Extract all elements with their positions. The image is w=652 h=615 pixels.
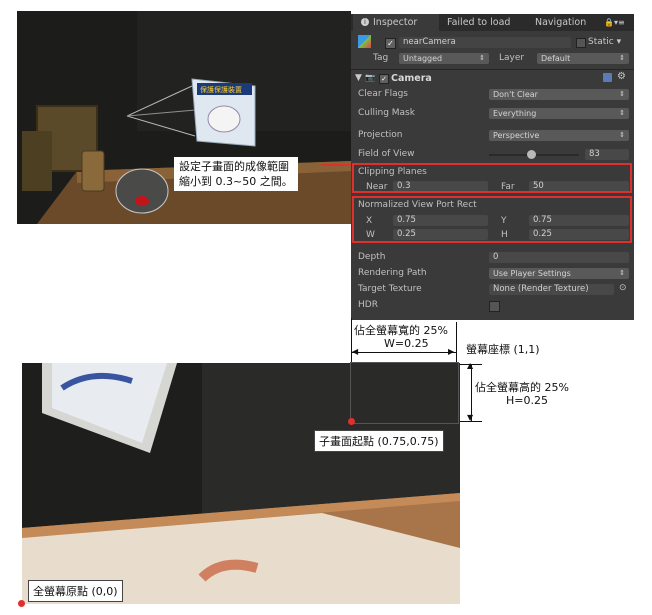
tag-dropdown[interactable]: Untagged ⇕ bbox=[399, 53, 489, 64]
static-label[interactable]: Static ▾ bbox=[588, 37, 621, 47]
culling-mask-dropdown[interactable]: Everything ⇕ bbox=[489, 108, 629, 119]
clip-note: 設定子畫面的成像範圍 縮小到 0.3~50 之間。 bbox=[174, 157, 298, 191]
object-picker-icon[interactable]: ⊙ bbox=[619, 283, 627, 293]
clipping-planes-highlight bbox=[352, 163, 632, 193]
height-note-line1: 佔全螢幕高的 25% bbox=[475, 381, 569, 394]
rendering-path-label: Rendering Path bbox=[358, 268, 427, 278]
clip-note-line1: 設定子畫面的成像範圍 bbox=[179, 160, 289, 173]
culling-mask-label: Culling Mask bbox=[358, 108, 415, 118]
clear-flags-label: Clear Flags bbox=[358, 89, 408, 99]
clear-flags-dropdown[interactable]: Don't Clear ⇕ bbox=[489, 89, 629, 100]
height-note-line2: H=0.25 bbox=[506, 394, 548, 407]
target-texture-field[interactable]: None (Render Texture) bbox=[489, 284, 614, 295]
depth-field[interactable]: 0 bbox=[489, 252, 629, 263]
static-checkbox[interactable] bbox=[576, 38, 586, 48]
rendering-path-dropdown[interactable]: Use Player Settings ⇕ bbox=[489, 268, 629, 279]
sub-viewport-frame bbox=[350, 362, 459, 424]
tab-failed-label: Failed to load bbox=[447, 17, 511, 28]
projection-label: Projection bbox=[358, 130, 403, 140]
gameobject-cube-icon bbox=[358, 35, 371, 48]
tag-label: Tag bbox=[373, 53, 389, 63]
depth-label: Depth bbox=[358, 252, 386, 262]
target-texture-label: Target Texture bbox=[358, 284, 422, 294]
separator bbox=[351, 69, 634, 70]
info-icon: i bbox=[361, 18, 369, 26]
camera-enabled-checkbox[interactable]: ✓ bbox=[379, 74, 389, 84]
clip-connector bbox=[321, 164, 353, 166]
tab-inspector[interactable]: i Inspector bbox=[353, 14, 439, 31]
gear-icon[interactable]: ⚙ bbox=[617, 71, 626, 82]
object-name-field[interactable]: nearCamera bbox=[399, 37, 571, 48]
inspector-tabbar: i Inspector Failed to load Navigation 🔒▾… bbox=[351, 14, 634, 31]
static-label-text: Static bbox=[588, 37, 614, 47]
fov-label: Field of View bbox=[358, 149, 415, 159]
width-arrow bbox=[352, 352, 457, 353]
component-title: Camera bbox=[391, 73, 432, 84]
tab-navigation[interactable]: Navigation bbox=[535, 14, 586, 31]
fov-slider-handle[interactable] bbox=[527, 150, 536, 159]
dropdown-arrow-icon: ⇕ bbox=[619, 269, 625, 277]
tag-value: Untagged bbox=[403, 54, 443, 63]
hdr-label: HDR bbox=[358, 300, 378, 310]
culling-mask-value: Everything bbox=[493, 109, 537, 118]
dropdown-arrow-icon: ⇕ bbox=[619, 90, 625, 98]
scene-view-top: 保護保護裝置 bbox=[17, 11, 351, 224]
fov-value-field[interactable]: 83 bbox=[585, 149, 629, 160]
full-origin-label: 全螢幕原點 (0,0) bbox=[28, 580, 123, 602]
dropdown-arrow-icon: ⇕ bbox=[619, 131, 625, 139]
scene-illustration: 保護保護裝置 bbox=[17, 11, 351, 224]
help-book-icon[interactable] bbox=[603, 73, 612, 82]
tab-inspector-label: Inspector bbox=[373, 17, 418, 28]
dropdown-arrow-icon: ⇕ bbox=[479, 54, 485, 62]
rendering-path-value: Use Player Settings bbox=[493, 269, 571, 278]
active-checkbox[interactable]: ✓ bbox=[385, 38, 396, 49]
tab-failed-to-load[interactable]: Failed to load bbox=[447, 14, 510, 31]
width-tick-left bbox=[351, 318, 352, 364]
sign-text: 保護保護裝置 bbox=[200, 85, 242, 94]
full-origin-dot bbox=[18, 600, 25, 607]
lock-icon[interactable]: 🔒▾≡ bbox=[604, 14, 630, 31]
layer-value: Default bbox=[541, 54, 571, 63]
width-tick-right bbox=[456, 322, 457, 364]
clear-flags-value: Don't Clear bbox=[493, 90, 538, 99]
projection-value: Perspective bbox=[493, 131, 540, 140]
viewport-rect-highlight bbox=[352, 196, 632, 243]
arrow-left-icon: ◀ bbox=[352, 347, 359, 356]
camera-icon: 📷 bbox=[365, 73, 375, 82]
width-note-line2: W=0.25 bbox=[384, 337, 429, 350]
screen-coord-note: 螢幕座標 (1,1) bbox=[466, 343, 540, 356]
dropdown-arrow-icon: ⇕ bbox=[619, 54, 625, 62]
height-tick-top bbox=[458, 364, 482, 365]
layer-label: Layer bbox=[499, 53, 525, 63]
tab-navigation-label: Navigation bbox=[535, 17, 587, 28]
sub-origin-label: 子畫面起點 (0.75,0.75) bbox=[314, 430, 444, 452]
height-tick-bottom bbox=[458, 421, 482, 422]
layer-dropdown[interactable]: Default ⇕ bbox=[537, 53, 629, 64]
arrow-right-icon: ▶ bbox=[448, 347, 455, 356]
width-note-line1: 佔全螢幕寬的 25% bbox=[354, 324, 448, 337]
dropdown-arrow-icon: ⇕ bbox=[619, 109, 625, 117]
hdr-checkbox[interactable] bbox=[489, 301, 500, 312]
component-foldout-icon[interactable]: ▼ bbox=[355, 73, 362, 83]
projection-dropdown[interactable]: Perspective ⇕ bbox=[489, 130, 629, 141]
clip-note-line2: 縮小到 0.3~50 之間。 bbox=[179, 175, 293, 188]
sub-origin-dot bbox=[348, 418, 355, 425]
